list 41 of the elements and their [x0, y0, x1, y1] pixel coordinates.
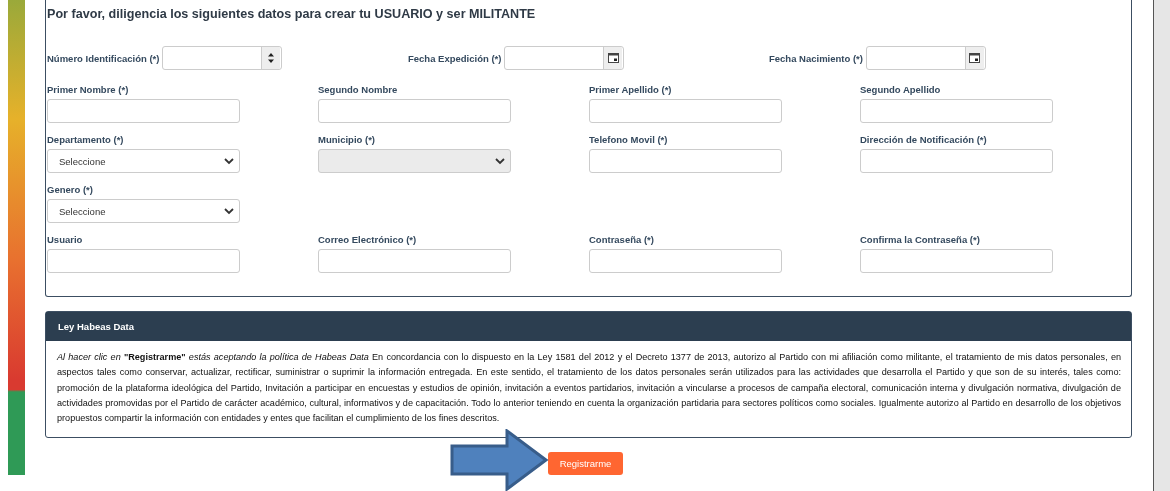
input-field[interactable] [860, 249, 1053, 273]
field-label: Segundo Nombre [318, 84, 399, 95]
input-field[interactable] [318, 99, 511, 123]
input-field[interactable] [318, 249, 511, 273]
field-label: Contraseña (*) [589, 234, 655, 245]
field-label: Usuario [47, 234, 84, 245]
field-label: Municipio (*) [318, 134, 376, 145]
chevron-down-icon [224, 157, 234, 165]
field-label: Fecha Expedición (*) [408, 52, 502, 64]
arrow-icon [449, 429, 549, 491]
field-label: Confirma la Contraseña (*) [860, 234, 981, 245]
input-field[interactable] [589, 149, 782, 173]
field-label: Segundo Apellido [860, 84, 942, 95]
input-field[interactable] [860, 149, 1053, 173]
input-field[interactable] [589, 99, 782, 123]
chevron-down-icon [495, 157, 505, 165]
field-label: Dirección de Notificación (*) [860, 134, 988, 145]
panel-header: Ley Habeas Data [46, 312, 1131, 341]
input-field[interactable] [47, 99, 240, 123]
field-label: Correo Electrónico (*) [318, 234, 418, 245]
calendar-icon[interactable] [964, 47, 984, 69]
field-label: Genero (*) [47, 184, 94, 195]
date-field[interactable] [504, 46, 625, 70]
chevron-down-icon [224, 207, 234, 215]
field-label: Telefono Movil (*) [589, 134, 669, 145]
number-field[interactable] [162, 46, 283, 70]
form-title: Por favor, diligencia los siguientes datos para crear tu USUARIO y ser MILITANTE [47, 7, 537, 21]
input-field[interactable] [47, 249, 240, 273]
consent-paragraph: Al hacer clic en "Registrarme" estás aceptando la política de Habeas Data En concordancia con lo dispuesto en la Ley 1581 del 2012 y el Decreto 1377 de 2013, autorizo al Partido con mi afiliación como militante, el tratamiento de mis datos personales, en aspectos tales como conservar, actualizar, rectificar, suministrar o suprimir la información entregada. En este sentido, el tratamiento de los datos personales serán utilizados para las actividades que desarrolla el Partido y que son de su interés, tales como: promoción de la plataforma ideológica del Partido, Invitación a participar en encuestas y estudios de opinión, invitación a eventos partidarios, invitación a vincularse a procesos de campaña electoral, comunicación interna y divulgación normativa, divulgación de actividades promovidas por el Partido de carácter académico, cultural, informativos y de capacitación. Todo lo anterior teniendo en cuenta la organización partidaria para sectores políticos como sociales. Igualmente autorizo al Partido en desarrollo de los objetivos propuestos compartir la información con entidades y entes que facilitan el cumplimiento de los fines descritos. [57, 351, 1121, 426]
select-field[interactable]: Seleccione [47, 149, 240, 173]
calendar-icon[interactable] [603, 47, 623, 69]
field-label: Primer Apellido (*) [589, 84, 673, 95]
field-label: Número Identificación (*) [47, 52, 160, 64]
field-label: Departamento (*) [47, 134, 125, 145]
input-field[interactable] [860, 99, 1053, 123]
spinner-icon[interactable] [261, 47, 281, 69]
input-field[interactable] [589, 249, 782, 273]
select-field[interactable]: Seleccione [47, 199, 240, 223]
field-label: Fecha Nacimiento (*) [769, 52, 863, 64]
field-label: Primer Nombre (*) [47, 84, 130, 95]
date-field[interactable] [865, 46, 986, 70]
